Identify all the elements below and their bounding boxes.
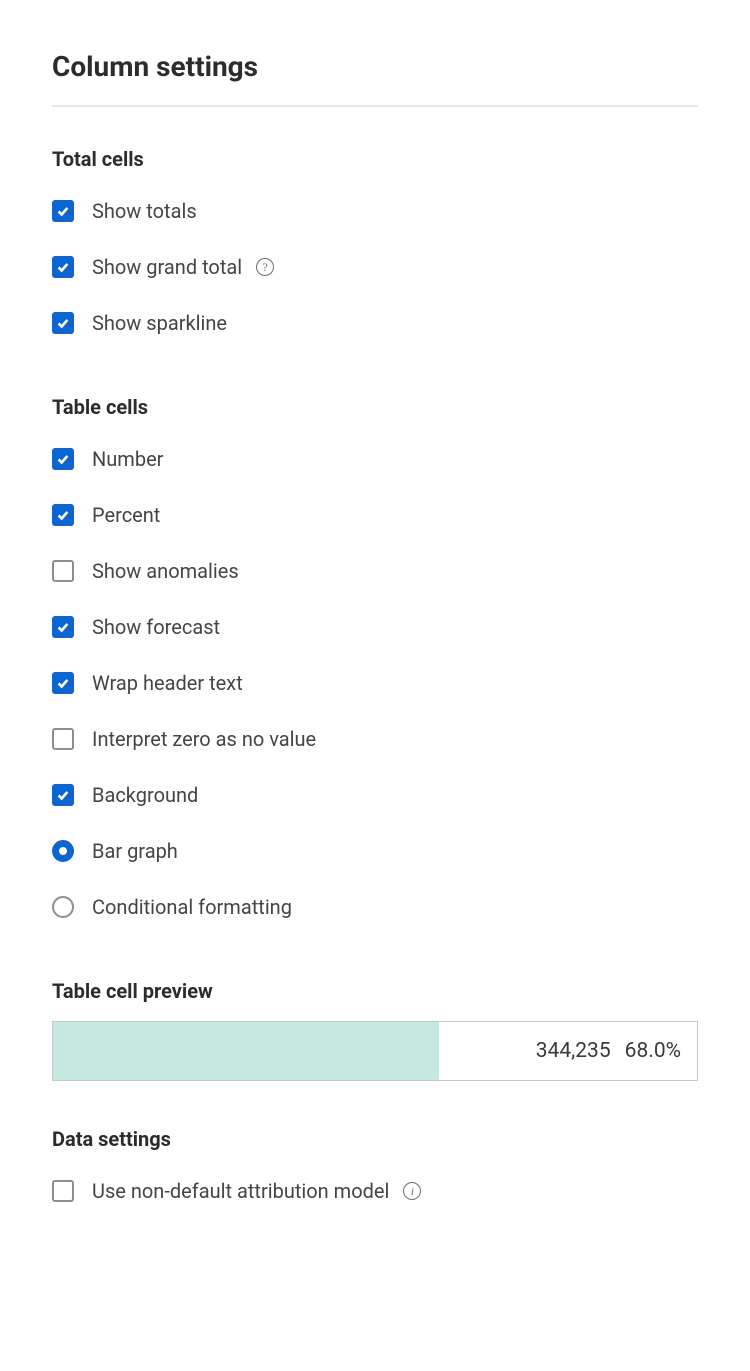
option-show-totals[interactable]: Show totals: [52, 199, 698, 223]
label-non-default-attribution: Use non-default attribution model: [92, 1179, 389, 1203]
label-wrap-header-text: Wrap header text: [92, 671, 243, 695]
checkbox-show-forecast[interactable]: [52, 616, 74, 638]
option-bar-graph[interactable]: Bar graph: [52, 839, 698, 863]
check-icon: [56, 260, 70, 274]
section-heading-total-cells: Total cells: [52, 147, 698, 171]
label-background: Background: [92, 783, 198, 807]
label-number: Number: [92, 447, 163, 471]
option-interpret-zero[interactable]: Interpret zero as no value: [52, 727, 698, 751]
section-heading-table-cells: Table cells: [52, 395, 698, 419]
divider: [52, 105, 698, 107]
option-show-grand-total[interactable]: Show grand total: [52, 255, 698, 279]
option-conditional-formatting[interactable]: Conditional formatting: [52, 895, 698, 919]
checkbox-non-default-attribution[interactable]: [52, 1180, 74, 1202]
table-cell-preview: 344,235 68.0%: [52, 1021, 698, 1081]
radio-conditional-formatting[interactable]: [52, 896, 74, 918]
option-non-default-attribution[interactable]: Use non-default attribution model: [52, 1179, 698, 1203]
check-icon: [56, 676, 70, 690]
checkbox-show-totals[interactable]: [52, 200, 74, 222]
label-show-grand-total: Show grand total: [92, 255, 242, 279]
option-percent[interactable]: Percent: [52, 503, 698, 527]
label-show-anomalies: Show anomalies: [92, 559, 239, 583]
preview-value: 344,235: [536, 1039, 611, 1063]
option-number[interactable]: Number: [52, 447, 698, 471]
option-show-sparkline[interactable]: Show sparkline: [52, 311, 698, 335]
preview-bar: [53, 1022, 439, 1080]
option-show-forecast[interactable]: Show forecast: [52, 615, 698, 639]
help-icon[interactable]: [256, 258, 274, 276]
label-conditional-formatting: Conditional formatting: [92, 895, 292, 919]
checkbox-show-anomalies[interactable]: [52, 560, 74, 582]
checkbox-wrap-header-text[interactable]: [52, 672, 74, 694]
check-icon: [56, 316, 70, 330]
section-heading-preview: Table cell preview: [52, 979, 698, 1003]
checkbox-show-sparkline[interactable]: [52, 312, 74, 334]
label-show-sparkline: Show sparkline: [92, 311, 227, 335]
checkbox-percent[interactable]: [52, 504, 74, 526]
label-show-totals: Show totals: [92, 199, 197, 223]
checkbox-show-grand-total[interactable]: [52, 256, 74, 278]
check-icon: [56, 620, 70, 634]
info-icon[interactable]: [403, 1182, 421, 1200]
label-show-forecast: Show forecast: [92, 615, 220, 639]
preview-percent: 68.0%: [625, 1039, 681, 1063]
option-wrap-header-text[interactable]: Wrap header text: [52, 671, 698, 695]
label-percent: Percent: [92, 503, 160, 527]
check-icon: [56, 452, 70, 466]
panel-title: Column settings: [52, 50, 698, 83]
checkbox-background[interactable]: [52, 784, 74, 806]
checkbox-interpret-zero[interactable]: [52, 728, 74, 750]
check-icon: [56, 788, 70, 802]
section-heading-data-settings: Data settings: [52, 1127, 698, 1151]
option-show-anomalies[interactable]: Show anomalies: [52, 559, 698, 583]
check-icon: [56, 508, 70, 522]
checkbox-number[interactable]: [52, 448, 74, 470]
label-bar-graph: Bar graph: [92, 839, 178, 863]
check-icon: [56, 204, 70, 218]
radio-bar-graph[interactable]: [52, 840, 74, 862]
option-background[interactable]: Background: [52, 783, 698, 807]
label-interpret-zero: Interpret zero as no value: [92, 727, 316, 751]
